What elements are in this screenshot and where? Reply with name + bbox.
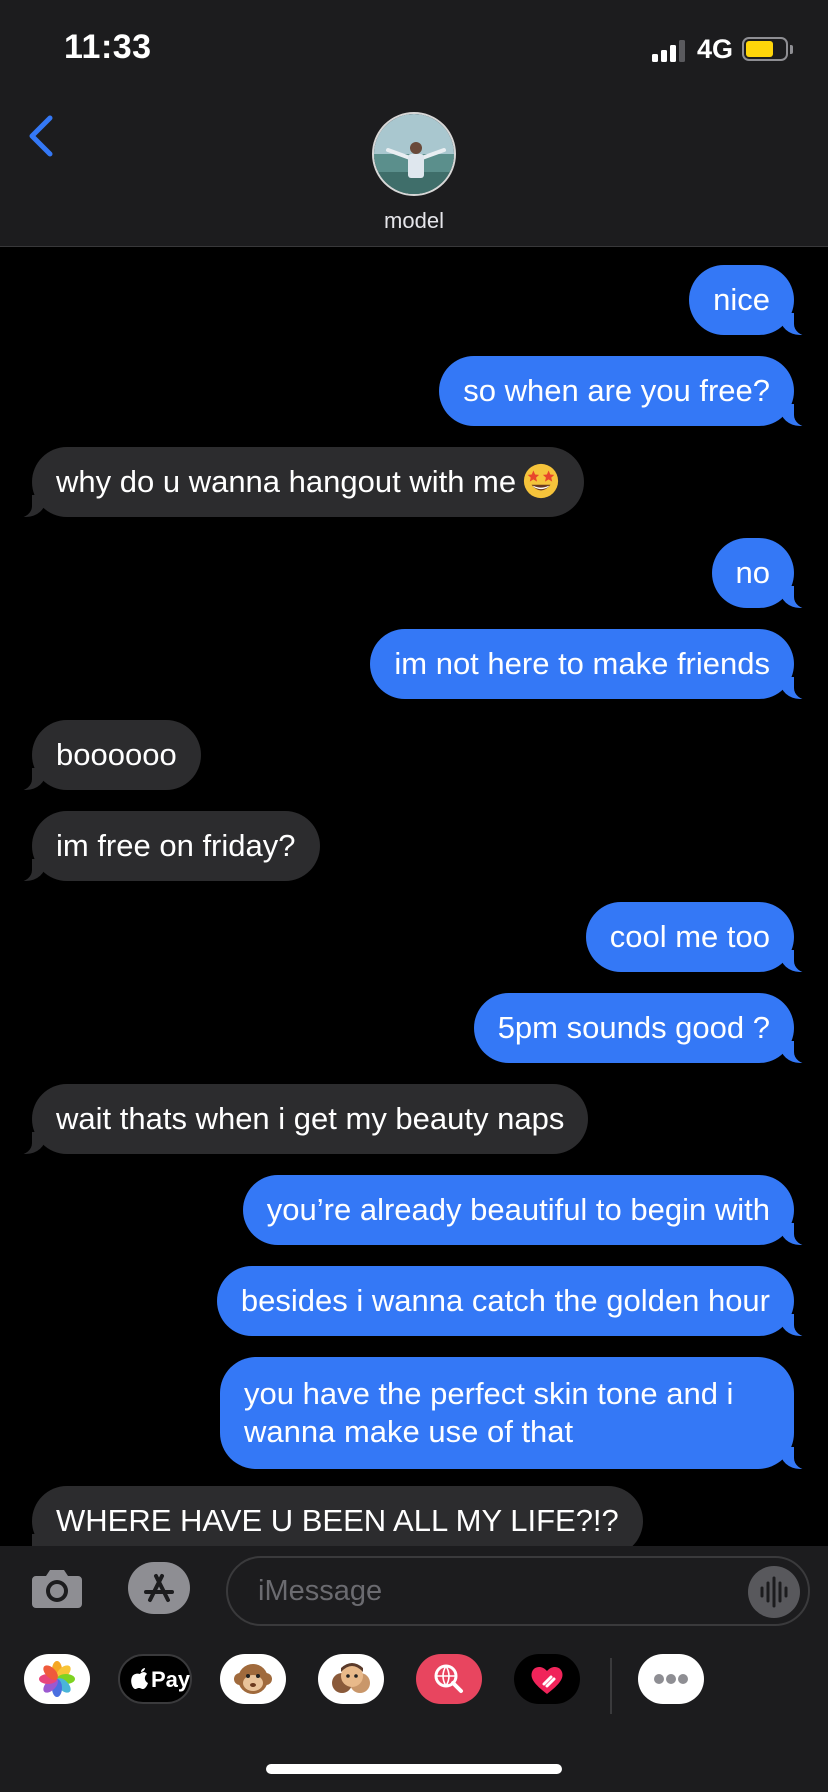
star-struck-emoji-icon bbox=[524, 463, 559, 498]
received-message[interactable]: boooooo bbox=[10, 720, 201, 791]
cellular-signal-icon bbox=[652, 38, 688, 62]
camera-button[interactable] bbox=[30, 1566, 84, 1610]
sent-message[interactable]: cool me too bbox=[585, 902, 817, 973]
audio-waveform-icon bbox=[760, 1576, 788, 1608]
app-drawer-divider bbox=[610, 1658, 612, 1714]
camera-icon bbox=[32, 1570, 82, 1608]
received-message[interactable]: im free on friday? bbox=[10, 811, 320, 882]
apple-logo-icon bbox=[131, 1668, 148, 1689]
memoji-faces-icon bbox=[332, 1663, 370, 1693]
apple-pay-label: Pay bbox=[151, 1667, 191, 1692]
voice-message-button[interactable] bbox=[748, 1566, 800, 1618]
imessage-app-drawer: Pay bbox=[0, 1654, 828, 1724]
sent-message[interactable]: no bbox=[711, 538, 817, 609]
conversation-header: 11:33 4G model bbox=[0, 0, 828, 247]
sent-message[interactable]: you’re already beautiful to begin with bbox=[242, 1175, 817, 1246]
received-message[interactable]: wait thats when i get my beauty naps bbox=[9, 1084, 589, 1155]
message-thread[interactable]: nice so when are you free? why do u wann… bbox=[0, 248, 828, 1546]
contact-name[interactable]: model bbox=[0, 208, 828, 234]
ellipsis-icon bbox=[654, 1674, 688, 1684]
message-input[interactable] bbox=[228, 1558, 808, 1624]
photos-flower-icon bbox=[39, 1661, 75, 1697]
gif-search-app-button[interactable] bbox=[416, 1654, 482, 1704]
back-button[interactable] bbox=[22, 112, 62, 160]
sent-message[interactable]: so when are you free? bbox=[439, 356, 816, 427]
received-message[interactable]: WHERE HAVE U BEEN ALL MY LIFE?!? bbox=[10, 1486, 643, 1546]
sent-message[interactable]: you have the perfect skin tone and i wan… bbox=[220, 1357, 816, 1470]
sent-message[interactable]: im not here to make friends bbox=[370, 629, 816, 700]
received-message[interactable]: why do u wanna hangout with me bbox=[9, 447, 585, 518]
sent-message[interactable]: besides i wanna catch the golden hour bbox=[216, 1266, 817, 1337]
sent-message[interactable]: 5pm sounds good ? bbox=[473, 993, 817, 1064]
memoji-app-button[interactable] bbox=[318, 1654, 384, 1704]
animoji-app-button[interactable] bbox=[220, 1654, 286, 1704]
status-time: 11:33 bbox=[64, 28, 152, 66]
composer-area: Pay bbox=[0, 1546, 828, 1792]
message-field[interactable] bbox=[226, 1556, 810, 1626]
home-indicator[interactable] bbox=[266, 1764, 562, 1774]
globe-search-icon bbox=[434, 1664, 463, 1693]
app-store-button[interactable] bbox=[126, 1560, 192, 1616]
photos-app-button[interactable] bbox=[24, 1654, 90, 1704]
monkey-icon bbox=[234, 1664, 272, 1694]
avatar-photo bbox=[374, 114, 454, 194]
app-store-icon bbox=[128, 1562, 190, 1614]
heart-touch-icon bbox=[531, 1666, 563, 1694]
apple-pay-button[interactable]: Pay bbox=[118, 1654, 192, 1704]
message-text: why do u wanna hangout with me bbox=[56, 464, 517, 499]
status-bar: 11:33 4G bbox=[0, 0, 828, 100]
battery-level bbox=[746, 41, 773, 57]
contact-avatar[interactable] bbox=[372, 112, 456, 196]
chevron-left-icon bbox=[29, 115, 53, 157]
network-type: 4G bbox=[697, 34, 734, 64]
digital-touch-app-button[interactable] bbox=[514, 1654, 580, 1704]
battery-icon bbox=[742, 37, 793, 61]
more-apps-button[interactable] bbox=[638, 1654, 704, 1704]
sent-message[interactable]: nice bbox=[689, 265, 816, 336]
